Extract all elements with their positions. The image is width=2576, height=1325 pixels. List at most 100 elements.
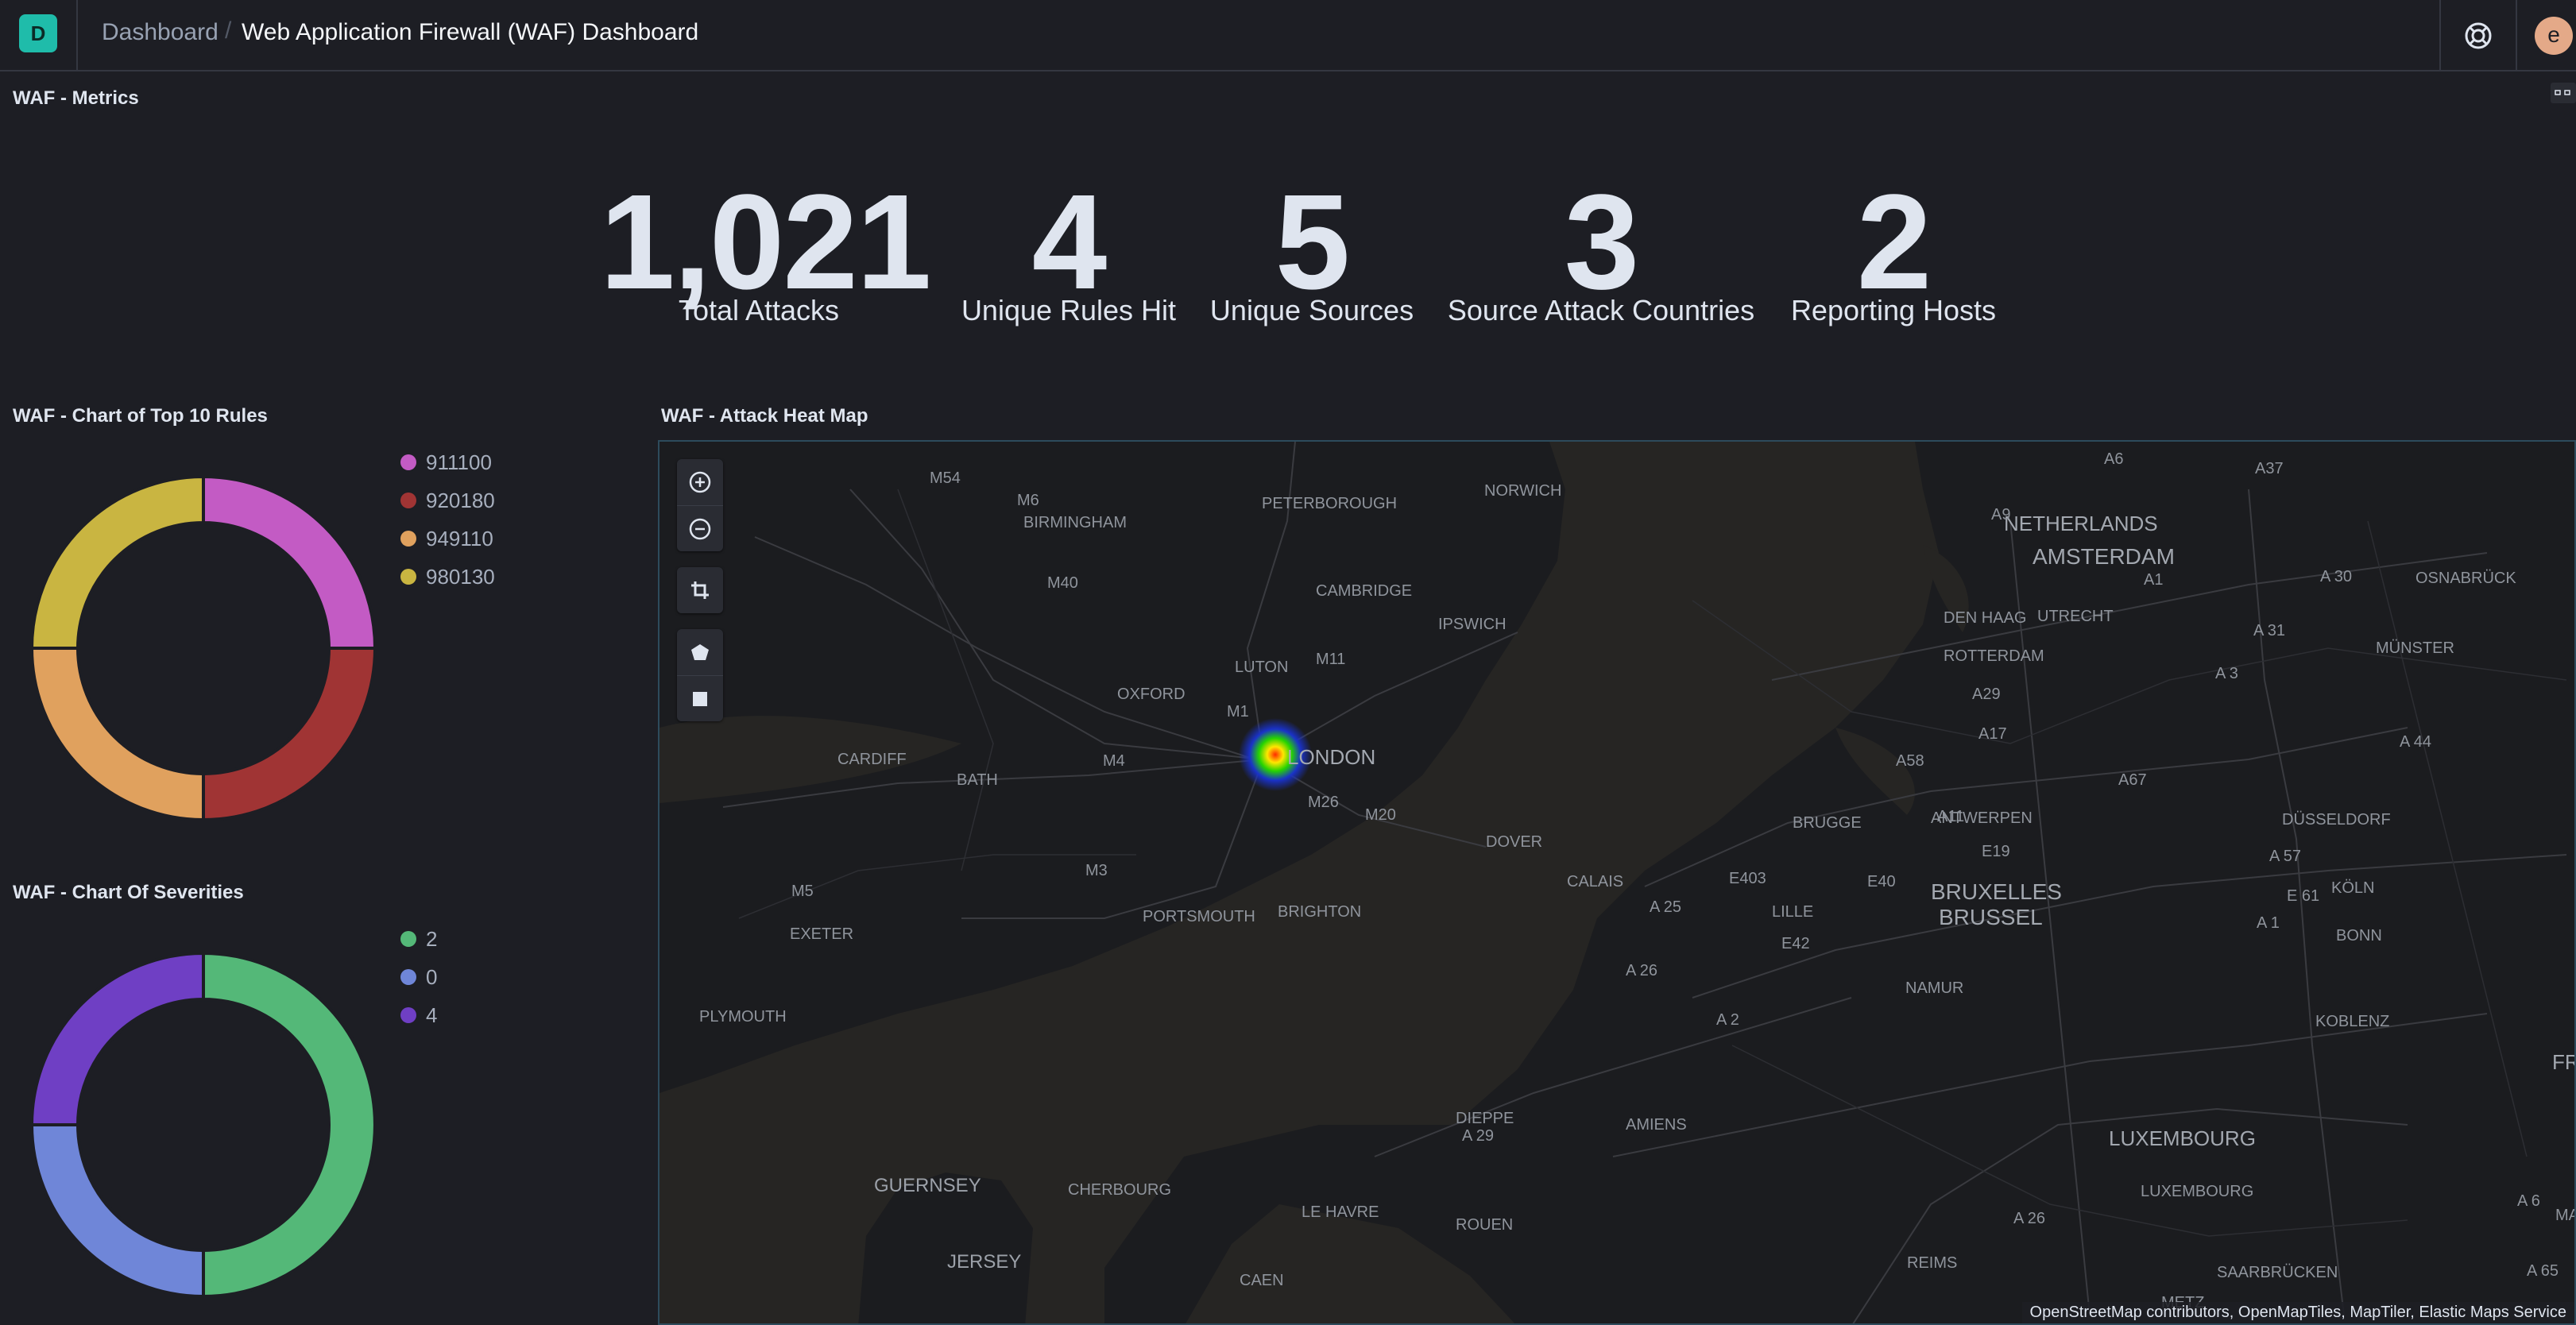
svg-text:NAMUR: NAMUR	[1905, 979, 1963, 997]
map-attribution[interactable]: OpenStreetMap contributors, OpenMapTiles…	[2021, 1302, 2574, 1323]
severity-chart-title: WAF - Chart Of Severities	[13, 882, 244, 903]
draw-controls	[677, 629, 723, 721]
svg-text:LUTON: LUTON	[1235, 659, 1288, 676]
svg-text:CALAIS: CALAIS	[1567, 873, 1623, 890]
legend-label: 949110	[426, 526, 493, 550]
svg-text:ROUEN: ROUEN	[1456, 1216, 1513, 1234]
legend-swatch	[400, 931, 416, 947]
donut-slice-2[interactable]	[202, 951, 377, 1299]
svg-text:KÖLN: KÖLN	[2331, 879, 2374, 897]
svg-text:DEN HAAG: DEN HAAG	[1944, 609, 2026, 627]
svg-text:UTRECHT: UTRECHT	[2037, 608, 2114, 625]
user-avatar[interactable]: e	[2535, 17, 2573, 55]
svg-text:A58: A58	[1896, 752, 1924, 770]
svg-text:M40: M40	[1047, 574, 1078, 592]
header-divider	[2439, 0, 2441, 71]
svg-text:A 1: A 1	[2257, 914, 2280, 932]
breadcrumb-separator: /	[225, 17, 232, 44]
svg-text:M4: M4	[1103, 752, 1125, 770]
svg-text:LILLE: LILLE	[1772, 903, 1813, 921]
legend-item[interactable]: 0	[400, 958, 437, 996]
top-header: D Dashboard / Web Application Firewall (…	[0, 0, 2576, 71]
svg-text:CHERBOURG: CHERBOURG	[1068, 1181, 1171, 1199]
svg-text:A 26: A 26	[2013, 1210, 2045, 1227]
legend-item[interactable]: 920180	[400, 481, 495, 520]
severity-donut-chart	[29, 951, 377, 1299]
svg-text:A9: A9	[1991, 506, 2010, 523]
svg-text:LONDON: LONDON	[1287, 745, 1375, 769]
svg-text:CAEN: CAEN	[1240, 1272, 1284, 1289]
svg-text:SAARBRÜCKEN: SAARBRÜCKEN	[2217, 1264, 2338, 1281]
svg-text:A 57: A 57	[2269, 848, 2301, 865]
svg-text:AMSTERDAM: AMSTERDAM	[2033, 544, 2175, 569]
svg-text:FR: FR	[2552, 1050, 2576, 1074]
svg-text:PLYMOUTH: PLYMOUTH	[699, 1008, 787, 1026]
svg-text:A 2: A 2	[1716, 1011, 1739, 1029]
legend-label: 0	[426, 964, 438, 989]
legend-item[interactable]: 911100	[400, 443, 495, 481]
svg-text:A1: A1	[2144, 571, 2163, 589]
fit-controls	[677, 567, 723, 613]
legend-swatch	[400, 569, 416, 585]
legend-item[interactable]: 4	[400, 996, 437, 1034]
donut-slice-4[interactable]	[29, 951, 205, 1126]
svg-text:A 6: A 6	[2517, 1192, 2540, 1210]
legend-label: 2	[426, 926, 438, 951]
svg-text:E40: E40	[1867, 873, 1896, 890]
metric-value: 2	[1856, 167, 1932, 318]
legend-swatch	[400, 454, 416, 470]
app-logo[interactable]: D	[19, 14, 57, 52]
legend-swatch	[400, 1007, 416, 1023]
draw-bounds-icon[interactable]	[677, 675, 723, 721]
svg-text:OXFORD: OXFORD	[1117, 686, 1186, 703]
donut-slice-949110[interactable]	[29, 647, 205, 822]
svg-text:BRIGHTON: BRIGHTON	[1278, 903, 1361, 921]
svg-text:M26: M26	[1308, 794, 1339, 811]
svg-text:A 65: A 65	[2527, 1262, 2559, 1280]
svg-text:REIMS: REIMS	[1907, 1254, 1957, 1272]
svg-text:NORWICH: NORWICH	[1484, 482, 1561, 500]
legend-item[interactable]: 2	[400, 920, 437, 958]
svg-text:E42: E42	[1781, 935, 1810, 952]
svg-text:A 31: A 31	[2253, 622, 2285, 639]
svg-text:BIRMINGHAM: BIRMINGHAM	[1023, 514, 1127, 531]
legend-item[interactable]: 980130	[400, 558, 495, 596]
metric-reporting-hosts: 2 Reporting Hosts	[1774, 175, 2013, 327]
svg-text:DIEPPE: DIEPPE	[1456, 1110, 1514, 1127]
breadcrumb-dashboard[interactable]: Dashboard	[102, 19, 219, 46]
donut-slice-980130[interactable]	[29, 474, 205, 650]
severity-legend: 2 0 4	[400, 920, 437, 1034]
zoom-out-icon[interactable]	[677, 505, 723, 551]
svg-text:A67: A67	[2118, 771, 2147, 789]
svg-text:DOVER: DOVER	[1486, 833, 1542, 851]
svg-text:A11: A11	[1937, 808, 1964, 825]
legend-item[interactable]: 949110	[400, 520, 495, 558]
map-panel-title: WAF - Attack Heat Map	[661, 405, 868, 427]
metric-value: 1,021	[600, 167, 931, 318]
svg-text:CAMBRIDGE: CAMBRIDGE	[1316, 582, 1412, 600]
zoom-in-icon[interactable]	[677, 459, 723, 505]
svg-text:KOBLENZ: KOBLENZ	[2315, 1013, 2389, 1030]
svg-text:IPSWICH: IPSWICH	[1438, 616, 1507, 633]
svg-text:JERSEY: JERSEY	[947, 1251, 1021, 1273]
help-lifebuoy-icon[interactable]	[2462, 20, 2494, 52]
map-controls	[677, 459, 723, 737]
rules-donut-chart	[29, 474, 377, 822]
svg-text:A 3: A 3	[2215, 665, 2238, 682]
svg-text:GUERNSEY: GUERNSEY	[874, 1175, 981, 1196]
donut-slice-920180[interactable]	[202, 647, 377, 822]
legend-label: 980130	[426, 564, 495, 589]
legend-label: 4	[426, 1002, 438, 1027]
map-basemap: M54 M6 BIRMINGHAM PETERBOROUGH NORWICH M…	[659, 442, 2576, 1323]
panel-options-icon[interactable]	[2551, 83, 2576, 103]
svg-text:MÜNSTER: MÜNSTER	[2376, 639, 2454, 657]
donut-slice-0[interactable]	[29, 1123, 205, 1299]
draw-polygon-icon[interactable]	[677, 629, 723, 675]
rules-legend: 911100 920180 949110 980130	[400, 443, 495, 596]
metric-value: 3	[1564, 167, 1640, 318]
fit-bounds-icon[interactable]	[677, 567, 723, 613]
attack-heat-map[interactable]: M54 M6 BIRMINGHAM PETERBOROUGH NORWICH M…	[658, 440, 2576, 1325]
svg-text:M11: M11	[1316, 651, 1345, 668]
donut-slice-911100[interactable]	[202, 474, 377, 650]
legend-swatch	[400, 969, 416, 985]
